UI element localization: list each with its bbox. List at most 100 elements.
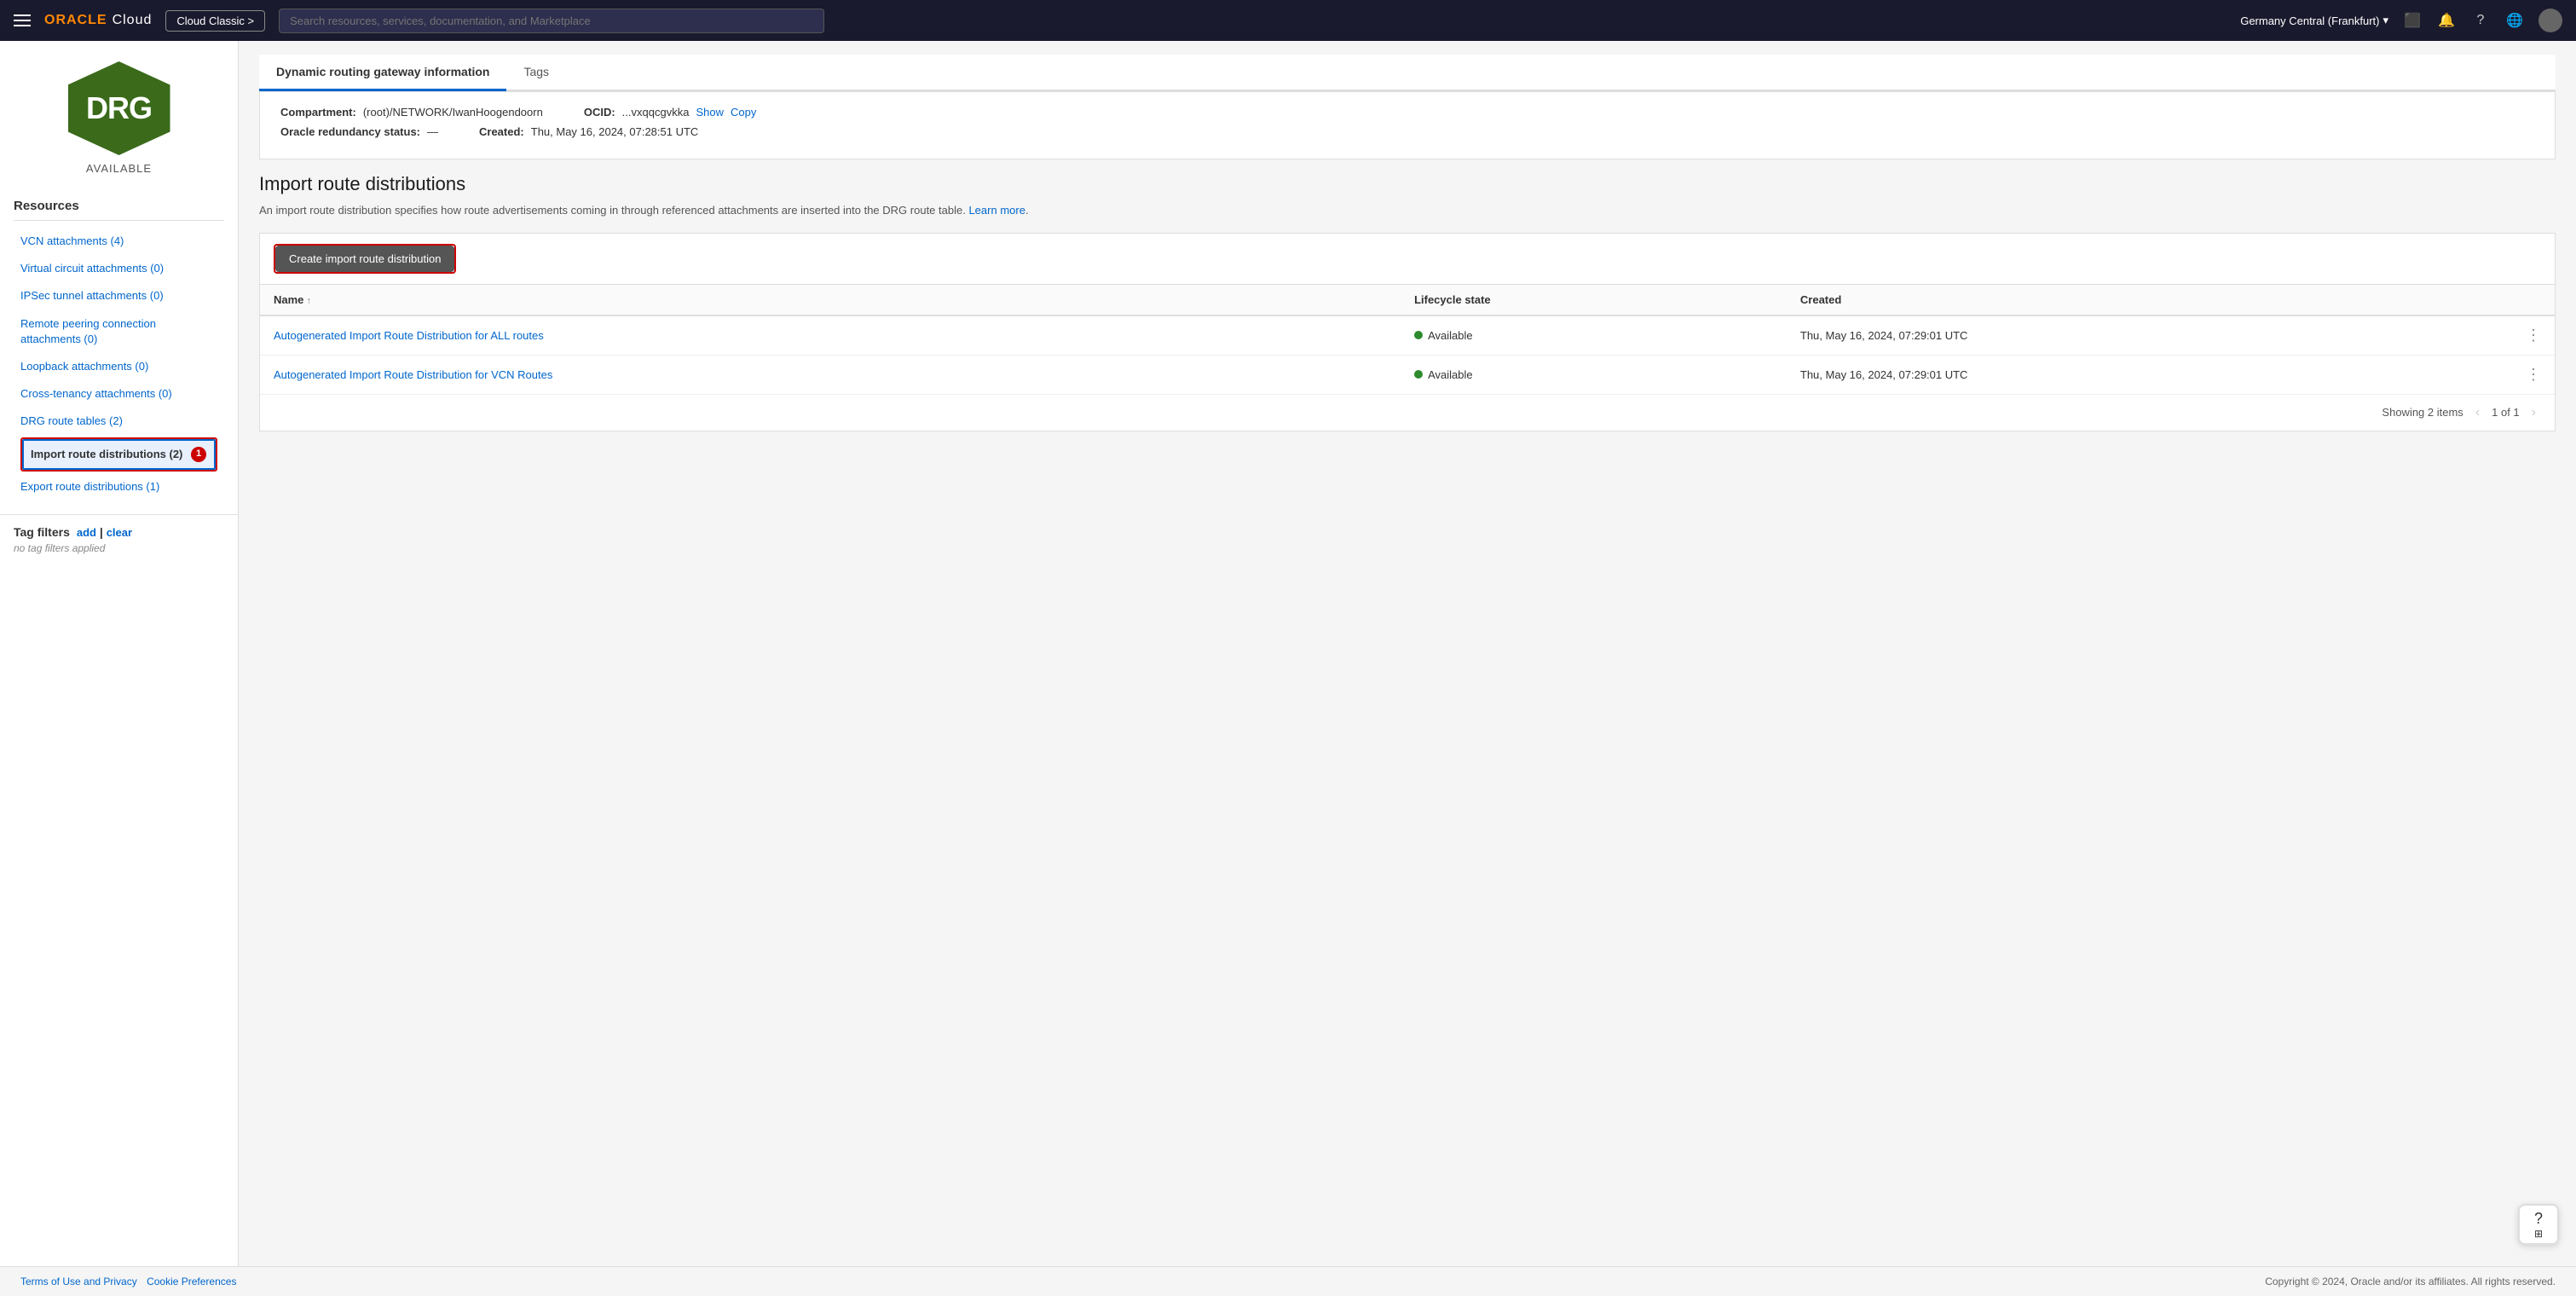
col-actions	[2512, 285, 2555, 315]
topbar-right: Germany Central (Frankfurt) ▾ ⬛ 🔔 ? 🌐	[2240, 9, 2562, 32]
sidebar: DRG AVAILABLE Resources VCN attachments …	[0, 41, 239, 1296]
info-panel: Compartment: (root)/NETWORK/IwanHoogendo…	[259, 91, 2556, 159]
create-import-route-distribution-button[interactable]: Create import route distribution	[275, 246, 454, 272]
globe-icon[interactable]: 🌐	[2504, 10, 2525, 31]
row-2-status-cell: Available	[1414, 368, 1773, 381]
table-row: Autogenerated Import Route Distribution …	[260, 315, 2555, 356]
cloud-text: Cloud	[113, 13, 153, 28]
footer-copyright: Copyright © 2024, Oracle and/or its affi…	[2265, 1276, 2556, 1287]
cookie-link[interactable]: Cookie Preferences	[147, 1276, 236, 1287]
ocid-value: ...vxqqcgvkka	[622, 106, 690, 119]
import-route-table: Name Lifecycle state Created Autogenerat…	[260, 285, 2555, 394]
created-field: Created: Thu, May 16, 2024, 07:28:51 UTC	[479, 125, 698, 138]
table-row: Autogenerated Import Route Distribution …	[260, 355, 2555, 394]
tab-tags[interactable]: Tags	[506, 55, 566, 91]
ocid-label: OCID:	[584, 106, 615, 119]
content-area: Dynamic routing gateway information Tags…	[239, 41, 2576, 1296]
import-route-section: Import route distributions An import rou…	[259, 173, 2556, 431]
tag-filters-note: no tag filters applied	[14, 542, 224, 554]
created-value: Thu, May 16, 2024, 07:28:51 UTC	[531, 125, 699, 138]
footer-links: Terms of Use and Privacy Cookie Preferen…	[20, 1276, 243, 1287]
row-1-actions[interactable]: ⋮	[2512, 315, 2555, 356]
region-chevron: ▾	[2383, 14, 2388, 27]
tag-filters-clear-link[interactable]: clear	[107, 526, 132, 539]
cloud-classic-button[interactable]: Cloud Classic >	[165, 10, 265, 32]
row-1-lifecycle: Available	[1401, 315, 1787, 356]
sidebar-item-vcn-attachments[interactable]: VCN attachments (4)	[14, 228, 224, 255]
row-1-status-cell: Available	[1414, 329, 1773, 342]
col-name[interactable]: Name	[260, 285, 1401, 315]
row-2-lifecycle: Available	[1401, 355, 1787, 394]
showing-items: Showing 2 items	[2382, 406, 2463, 419]
table-toolbar: Create import route distribution	[260, 234, 2555, 285]
tag-filters-links: add | clear	[77, 525, 132, 539]
row-1-name: Autogenerated Import Route Distribution …	[260, 315, 1401, 356]
help-button[interactable]: ? ⊞	[2518, 1204, 2559, 1245]
console-icon[interactable]: ⬛	[2402, 10, 2423, 31]
help-icon[interactable]: ?	[2470, 10, 2491, 31]
redundancy-field: Oracle redundancy status: —	[280, 125, 438, 138]
ocid-show-link[interactable]: Show	[696, 106, 724, 119]
help-grid-icon: ⊞	[2534, 1228, 2543, 1240]
sidebar-item-virtual-circuit-attachments[interactable]: Virtual circuit attachments (0)	[14, 255, 224, 282]
sidebar-item-drg-route-tables[interactable]: DRG route tables (2)	[14, 408, 224, 435]
main-layout: DRG AVAILABLE Resources VCN attachments …	[0, 41, 2576, 1296]
sidebar-item-cross-tenancy-attachments[interactable]: Cross-tenancy attachments (0)	[14, 380, 224, 408]
compartment-value: (root)/NETWORK/IwanHoogendoorn	[363, 106, 543, 119]
topbar: ORACLE Cloud Cloud Classic > Germany Cen…	[0, 0, 2576, 41]
redundancy-value: —	[427, 125, 438, 138]
sidebar-item-ipsec-tunnel-attachments[interactable]: IPSec tunnel attachments (0)	[14, 282, 224, 310]
col-lifecycle-state[interactable]: Lifecycle state	[1401, 285, 1787, 315]
sidebar-item-import-route-distributions[interactable]: Import route distributions (2) 1	[22, 439, 216, 471]
pagination-prev-button[interactable]: ‹	[2470, 403, 2485, 422]
row-1-name-link[interactable]: Autogenerated Import Route Distribution …	[274, 329, 544, 342]
tag-filters-separator: |	[100, 525, 103, 539]
row-1-created: Thu, May 16, 2024, 07:29:01 UTC	[1787, 315, 2512, 356]
col-created[interactable]: Created	[1787, 285, 2512, 315]
table-footer: Showing 2 items ‹ 1 of 1 ›	[260, 394, 2555, 431]
tab-drg-info[interactable]: Dynamic routing gateway information	[259, 55, 506, 91]
bell-icon[interactable]: 🔔	[2436, 10, 2457, 31]
tag-filters: Tag filters add | clear no tag filters a…	[0, 514, 238, 564]
sidebar-item-loopback-attachments[interactable]: Loopback attachments (0)	[14, 353, 224, 380]
info-row-1: Compartment: (root)/NETWORK/IwanHoogendo…	[280, 106, 2534, 119]
created-label: Created:	[479, 125, 524, 138]
section-title: Import route distributions	[259, 173, 2556, 195]
create-btn-wrapper: Create import route distribution	[274, 244, 456, 274]
row-2-created: Thu, May 16, 2024, 07:29:01 UTC	[1787, 355, 2512, 394]
row-1-status-label: Available	[1428, 329, 1473, 342]
sidebar-item-export-route-distributions[interactable]: Export route distributions (1)	[14, 473, 224, 500]
search-input[interactable]	[279, 9, 824, 33]
row-2-name-link[interactable]: Autogenerated Import Route Distribution …	[274, 368, 552, 381]
row-2-status-dot	[1414, 370, 1423, 379]
region-selector[interactable]: Germany Central (Frankfurt) ▾	[2240, 14, 2388, 27]
row-2-status-label: Available	[1428, 368, 1473, 381]
pagination-info: 1 of 1	[2492, 406, 2520, 419]
resources-section: Resources VCN attachments (4) Virtual ci…	[0, 188, 238, 507]
row-2-actions[interactable]: ⋮	[2512, 355, 2555, 394]
drg-hexagon: DRG	[68, 61, 170, 155]
pagination-next-button[interactable]: ›	[2527, 403, 2541, 422]
menu-icon[interactable]	[14, 14, 31, 26]
help-icon: ?	[2534, 1210, 2543, 1228]
ocid-field: OCID: ...vxqqcgvkka Show Copy	[584, 106, 757, 119]
section-desc: An import route distribution specifies h…	[259, 202, 2556, 219]
import-route-badge: 1	[191, 447, 206, 462]
terms-link[interactable]: Terms of Use and Privacy	[20, 1276, 137, 1287]
region-label: Germany Central (Frankfurt)	[2240, 14, 2379, 27]
drg-hexagon-label: DRG	[86, 90, 152, 126]
row-1-actions-menu[interactable]: ⋮	[2526, 327, 2541, 344]
ocid-copy-link[interactable]: Copy	[731, 106, 756, 119]
sidebar-item-remote-peering-attachments[interactable]: Remote peering connection attachments (0…	[14, 310, 224, 353]
learn-more-link[interactable]: Learn more	[968, 204, 1025, 217]
sidebar-active-wrapper: Import route distributions (2) 1	[20, 437, 217, 472]
redundancy-label: Oracle redundancy status:	[280, 125, 420, 138]
oracle-text: ORACLE	[44, 13, 107, 28]
row-2-actions-menu[interactable]: ⋮	[2526, 366, 2541, 384]
tag-filters-add-link[interactable]: add	[77, 526, 96, 539]
table-container: Create import route distribution Name Li…	[259, 233, 2556, 431]
user-avatar[interactable]	[2538, 9, 2562, 32]
compartment-field: Compartment: (root)/NETWORK/IwanHoogendo…	[280, 106, 543, 119]
oracle-logo: ORACLE Cloud	[44, 13, 152, 28]
tag-filters-title: Tag filters add | clear	[14, 525, 224, 539]
